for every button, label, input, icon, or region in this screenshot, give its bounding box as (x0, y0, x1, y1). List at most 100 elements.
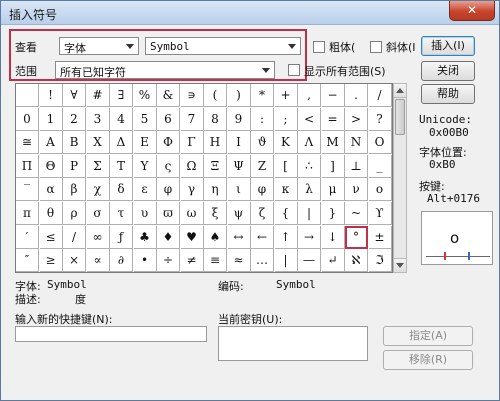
symbol-cell[interactable]: Α (39, 131, 63, 155)
symbol-cell[interactable]: Ψ (227, 154, 251, 178)
symbol-cell[interactable]: ς (157, 154, 180, 178)
symbol-cell[interactable]: Φ (157, 131, 180, 155)
symbol-cell[interactable]: ∞ (86, 225, 110, 249)
symbol-cell[interactable]: Γ (180, 131, 204, 155)
symbol-cell[interactable]: 5 (133, 107, 157, 131)
symbol-cell[interactable]: / (368, 84, 392, 107)
symbol-cell[interactable]: Σ (86, 154, 110, 178)
symbol-cell[interactable]: Ω (180, 154, 204, 178)
symbol-cell[interactable]: 8 (204, 107, 227, 131)
symbol-cell[interactable]: ♥ (180, 225, 204, 249)
symbol-cell[interactable]: ≡ (204, 249, 227, 273)
symbol-cell[interactable]: ι (227, 178, 251, 202)
symbol-cell[interactable]: χ (86, 178, 110, 202)
symbol-cell[interactable]: . (345, 84, 368, 107)
symbol-cell[interactable]: ∴ (298, 154, 321, 178)
close-button[interactable]: 关闭 (421, 61, 475, 81)
symbol-cell[interactable]: < (298, 107, 321, 131)
symbol-cell[interactable]: ⊥ (345, 154, 368, 178)
symbol-cell[interactable]: Κ (274, 131, 298, 155)
symbol-cell[interactable]: | (274, 249, 298, 273)
symbol-cell[interactable]: ↔ (227, 225, 251, 249)
italic-checkbox[interactable] (370, 41, 382, 53)
symbol-cell[interactable]: ≈ (227, 249, 251, 273)
symbol-cell[interactable]: Π (16, 154, 39, 178)
symbol-cell[interactable]: → (298, 225, 321, 249)
symbol-cell[interactable]: λ (298, 178, 321, 202)
symbol-cell[interactable]: 6 (157, 107, 180, 131)
symbol-cell[interactable]: ↵ (321, 249, 345, 273)
symbol-cell[interactable]: ο (368, 178, 392, 202)
symbol-cell[interactable]: Ζ (251, 154, 274, 178)
symbol-cell[interactable]: Ο (368, 131, 392, 155)
symbol-cell[interactable]: ″ (16, 249, 39, 273)
symbol-cell[interactable]: : (251, 107, 274, 131)
symbol-cell[interactable]: ~ (345, 202, 368, 225)
font-name-select[interactable]: Symbol (145, 37, 301, 55)
symbol-cell[interactable]: φ (157, 178, 180, 202)
symbol-cell[interactable]: ∝ (86, 249, 110, 273)
symbol-cell[interactable]: + (274, 84, 298, 107)
symbol-cell[interactable]: μ (321, 178, 345, 202)
title-bar[interactable]: 插入符号 ✕ (1, 1, 499, 25)
symbol-cell[interactable]: κ (274, 178, 298, 202)
symbol-cell[interactable]: φ (251, 178, 274, 202)
symbol-cell[interactable]: ↑ (274, 225, 298, 249)
symbol-cell[interactable]: 7 (180, 107, 204, 131)
symbol-cell[interactable]: ; (274, 107, 298, 131)
symbol-cell[interactable]: γ (180, 178, 204, 202)
symbol-cell[interactable]: Ν (345, 131, 368, 155)
symbol-cell[interactable]: { (274, 202, 298, 225)
symbol-cell[interactable]: ℑ (368, 249, 392, 273)
symbol-cell[interactable]: ∍ (180, 84, 204, 107)
symbol-cell[interactable]: Η (204, 131, 227, 155)
grid-scrollbar[interactable] (393, 83, 407, 273)
symbol-cell[interactable]: 9 (227, 107, 251, 131)
symbol-cell[interactable]: Ε (133, 131, 157, 155)
symbol-cell[interactable]: 1 (39, 107, 63, 131)
symbol-cell[interactable]: / (63, 225, 86, 249)
scroll-thumb[interactable] (395, 99, 405, 135)
symbol-cell[interactable]: υ (133, 202, 157, 225)
symbol-cell[interactable]: ∀ (63, 84, 86, 107)
symbol-cell[interactable]: ↓ (321, 225, 345, 249)
symbol-cell[interactable]: , (298, 84, 321, 107)
symbol-cell[interactable]: ≥ (39, 249, 63, 273)
symbol-cell[interactable]: | (298, 202, 321, 225)
symbol-cell[interactable]: Χ (86, 131, 110, 155)
symbol-cell[interactable]: 4 (110, 107, 133, 131)
symbol-cell[interactable]: = (321, 107, 345, 131)
symbol-cell[interactable]: ( (204, 84, 227, 107)
symbol-cell[interactable]: σ (86, 202, 110, 225)
symbol-cell[interactable]: − (321, 84, 345, 107)
symbol-cell[interactable]: Ρ (63, 154, 86, 178)
range-select[interactable]: 所有已知字符 (55, 61, 275, 79)
symbol-cell[interactable]: τ (110, 202, 133, 225)
symbol-cell[interactable]: ϑ (251, 131, 274, 155)
symbol-cell[interactable]: ƒ (110, 225, 133, 249)
symbol-cell[interactable]: Μ (321, 131, 345, 155)
symbol-cell[interactable]: 3 (86, 107, 110, 131)
symbol-cell[interactable]: ÷ (157, 249, 180, 273)
remove-button[interactable]: 移除(R) (383, 350, 473, 370)
symbol-cell[interactable]: ∂ (110, 249, 133, 273)
symbol-cell[interactable]: ‾ (16, 178, 39, 202)
symbol-cell[interactable]: — (298, 249, 321, 273)
symbol-cell[interactable]: ] (321, 154, 345, 178)
symbol-cell[interactable]: ε (133, 178, 157, 202)
symbol-cell[interactable]: ? (368, 107, 392, 131)
symbol-cell[interactable]: Υ (133, 154, 157, 178)
symbol-cell[interactable]: Θ (39, 154, 63, 178)
insert-button[interactable]: 插入(I) (421, 36, 475, 56)
symbol-cell[interactable]: } (321, 202, 345, 225)
symbol-cell[interactable]: ° (345, 225, 368, 249)
symbol-cell[interactable]: ′ (16, 225, 39, 249)
symbol-cell[interactable]: × (63, 249, 86, 273)
symbol-cell[interactable]: Δ (110, 131, 133, 155)
assign-button[interactable]: 指定(A) (383, 326, 473, 346)
symbol-cell[interactable]: # (86, 84, 110, 107)
symbol-cell[interactable]: ♦ (157, 225, 180, 249)
symbol-cell[interactable]: 2 (63, 107, 86, 131)
symbol-cell[interactable]: ρ (63, 202, 86, 225)
symbol-cell[interactable]: Τ (110, 154, 133, 178)
